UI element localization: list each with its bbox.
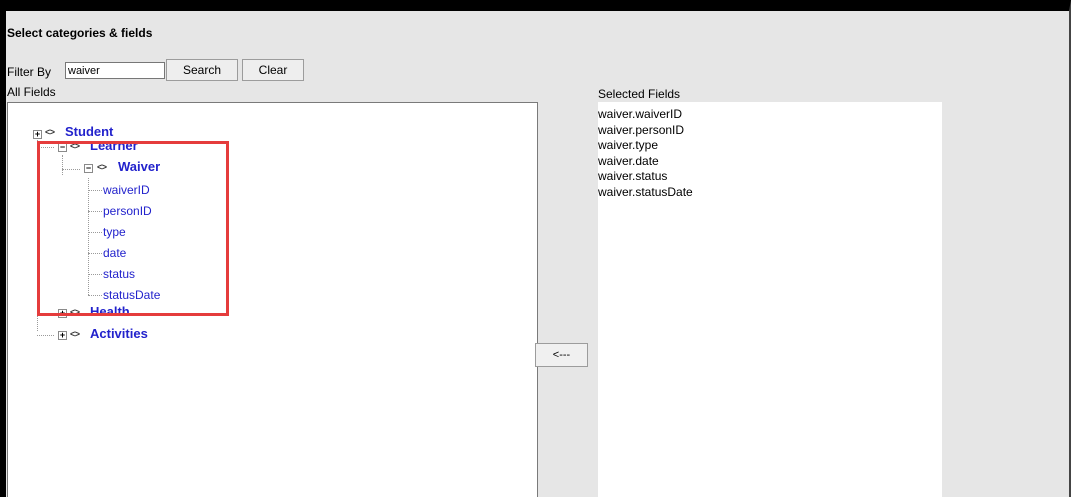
node-tag-icon: <> xyxy=(45,127,55,137)
highlight-box xyxy=(37,141,229,316)
node-tag-icon: <> xyxy=(70,329,80,339)
selected-field-item[interactable]: waiver.personID xyxy=(598,123,942,139)
selected-field-item[interactable]: waiver.date xyxy=(598,154,942,170)
tree-node-student[interactable]: Student xyxy=(65,124,113,139)
selected-fields-label: Selected Fields xyxy=(598,87,681,101)
clear-button[interactable]: Clear xyxy=(242,59,304,81)
selected-field-item[interactable]: waiver.waiverID xyxy=(598,107,942,123)
tree-node-activities[interactable]: Activities xyxy=(90,326,148,341)
selected-fields-list[interactable]: waiver.waiverID waiver.personID waiver.t… xyxy=(598,102,942,497)
selected-field-item[interactable]: waiver.status xyxy=(598,169,942,185)
expand-icon[interactable]: + xyxy=(33,130,42,139)
all-fields-label: All Fields xyxy=(7,85,56,99)
filter-label: Filter By xyxy=(7,65,52,79)
search-button[interactable]: Search xyxy=(166,59,238,81)
remove-field-button[interactable]: <--- xyxy=(535,343,588,367)
selected-field-item[interactable]: waiver.type xyxy=(598,138,942,154)
selected-field-item[interactable]: waiver.statusDate xyxy=(598,185,942,201)
tree-connector xyxy=(37,335,54,336)
expand-icon[interactable]: + xyxy=(58,331,67,340)
filter-input[interactable] xyxy=(65,62,165,79)
page-title: Select categories & fields xyxy=(7,26,153,40)
